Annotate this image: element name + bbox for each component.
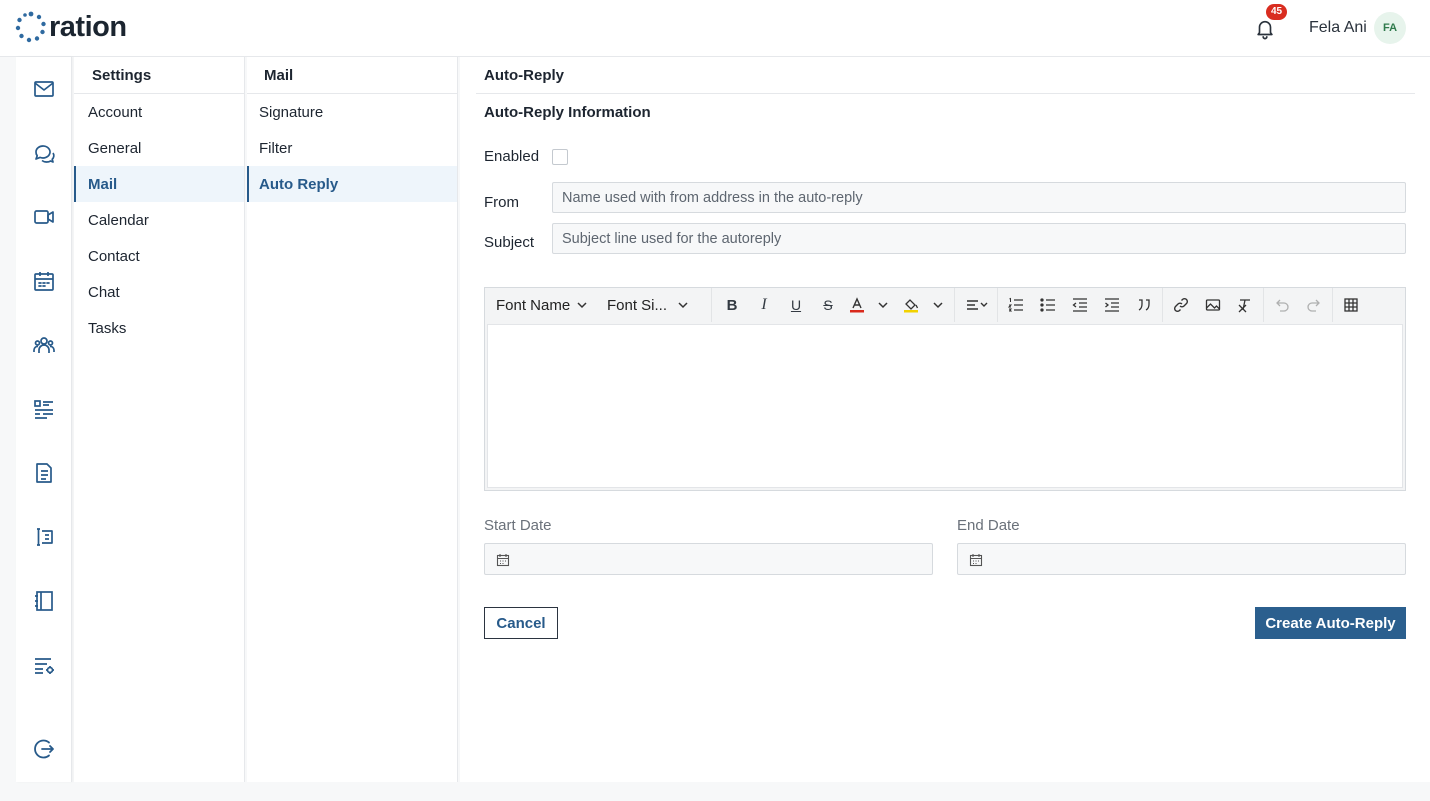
tasks-icon[interactable]	[32, 397, 56, 421]
chevron-down-icon	[577, 302, 587, 309]
chat-icon[interactable]	[32, 141, 56, 165]
strikethrough-icon[interactable]: S	[812, 293, 844, 317]
toolbar-divider	[1263, 288, 1264, 322]
toolbar-divider	[711, 288, 712, 322]
notebook-icon[interactable]	[32, 589, 56, 613]
bold-icon[interactable]: B	[716, 293, 748, 317]
font-color-icon[interactable]	[844, 293, 870, 317]
settings-item-mail[interactable]: Mail	[74, 166, 244, 202]
settings-item-general[interactable]: General	[74, 130, 244, 166]
editor-content-area[interactable]	[487, 324, 1403, 488]
notification-count-badge: 45	[1266, 4, 1288, 20]
toolbar-divider	[997, 288, 998, 322]
settings-item-contact[interactable]: Contact	[74, 238, 244, 274]
mail-icon[interactable]	[32, 77, 56, 101]
subject-input[interactable]	[552, 223, 1406, 254]
mail-item-filter[interactable]: Filter	[247, 130, 457, 166]
contacts-icon[interactable]	[32, 333, 56, 357]
mail-settings-menu: Mail Signature Filter Auto Reply	[247, 57, 458, 782]
toolbar-divider	[954, 288, 955, 322]
chevron-down-icon[interactable]	[926, 293, 950, 317]
font-size-dropdown[interactable]: Font Si...	[607, 293, 707, 317]
undo-icon[interactable]	[1266, 293, 1298, 317]
logo-ring-icon	[15, 11, 46, 43]
settings-item-calendar[interactable]: Calendar	[74, 202, 244, 238]
indent-icon[interactable]	[1096, 293, 1128, 317]
user-name[interactable]: Fela Ani	[1309, 19, 1367, 37]
end-date-input[interactable]	[957, 543, 1406, 575]
chevron-down-icon[interactable]	[870, 293, 896, 317]
settings-menu: Settings Account General Mail Calendar C…	[74, 57, 245, 782]
calendar-icon[interactable]	[32, 269, 56, 293]
align-icon[interactable]	[959, 293, 995, 317]
bullet-list-icon[interactable]	[1032, 293, 1064, 317]
calendar-icon	[496, 554, 510, 567]
editor-toolbar: Font Name Font Si... B I U S	[485, 288, 1405, 322]
from-input[interactable]	[552, 182, 1406, 213]
section-title: Auto-Reply Information	[484, 104, 651, 121]
calendar-icon	[969, 554, 983, 567]
settings-item-tasks[interactable]: Tasks	[74, 310, 244, 346]
settings-item-account[interactable]: Account	[74, 94, 244, 130]
rich-text-editor: Font Name Font Si... B I U S	[484, 287, 1406, 491]
cancel-button[interactable]: Cancel	[484, 607, 558, 639]
start-date-label: Start Date	[484, 517, 552, 534]
from-label: From	[484, 194, 519, 211]
italic-icon[interactable]: I	[748, 293, 780, 317]
mail-item-auto-reply[interactable]: Auto Reply	[247, 166, 457, 202]
highlight-color-icon[interactable]	[896, 293, 926, 317]
document-icon[interactable]	[32, 461, 56, 485]
subject-label: Subject	[484, 234, 535, 251]
blockquote-icon[interactable]	[1128, 293, 1160, 317]
logout-icon[interactable]	[32, 737, 56, 761]
settings-menu-title: Settings	[74, 57, 244, 94]
outdent-icon[interactable]	[1064, 293, 1096, 317]
notification-bell-icon[interactable]	[1254, 18, 1276, 40]
app-logo[interactable]: ration	[15, 11, 127, 43]
enabled-label: Enabled	[484, 148, 540, 165]
auto-reply-panel: Auto-Reply Auto-Reply Information Enable…	[460, 57, 1430, 782]
mail-menu-title: Mail	[247, 57, 457, 94]
link-icon[interactable]	[1165, 293, 1197, 317]
settings-item-chat[interactable]: Chat	[74, 274, 244, 310]
toolbar-divider	[1162, 288, 1163, 322]
font-name-dropdown[interactable]: Font Name	[496, 293, 596, 317]
numbered-list-icon[interactable]	[1000, 293, 1032, 317]
mail-item-signature[interactable]: Signature	[247, 94, 457, 130]
font-name-label: Font Name	[496, 296, 571, 314]
page-title: Auto-Reply	[476, 57, 1415, 94]
chevron-down-icon	[678, 302, 688, 309]
top-bar: ration 45 Fela Ani FA	[0, 0, 1430, 57]
settings-list-icon[interactable]	[32, 653, 56, 677]
font-size-label: Font Si...	[607, 296, 668, 314]
video-icon[interactable]	[32, 205, 56, 229]
table-icon[interactable]	[1335, 293, 1367, 317]
end-date-label: End Date	[957, 517, 1020, 534]
start-date-input[interactable]	[484, 543, 933, 575]
form-icon[interactable]	[32, 525, 56, 549]
avatar[interactable]: FA	[1374, 12, 1406, 44]
redo-icon[interactable]	[1298, 293, 1330, 317]
clear-format-icon[interactable]	[1229, 293, 1261, 317]
logo-text: ration	[49, 11, 127, 43]
image-icon[interactable]	[1197, 293, 1229, 317]
toolbar-divider	[1332, 288, 1333, 322]
underline-icon[interactable]: U	[780, 293, 812, 317]
create-auto-reply-button[interactable]: Create Auto-Reply	[1255, 607, 1406, 639]
app-icon-sidebar	[16, 57, 72, 782]
enabled-checkbox[interactable]	[552, 149, 568, 165]
